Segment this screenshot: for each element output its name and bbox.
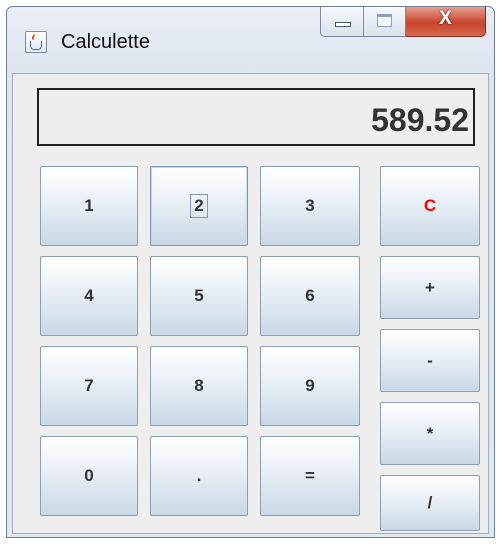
clear-button[interactable]: C (380, 166, 480, 246)
digit-8-button[interactable]: 8 (150, 346, 248, 426)
button-label: 8 (194, 376, 204, 395)
button-label: 4 (84, 286, 94, 305)
digit-5-button[interactable]: 5 (150, 256, 248, 336)
digit-3-button[interactable]: 3 (260, 166, 360, 246)
button-label: / (427, 493, 433, 512)
calculator-panel: 589.52 1 2 3 C 4 5 6 + 7 8 9 - 0 . = * / (12, 73, 489, 534)
button-label: 9 (305, 376, 315, 395)
digit-9-button[interactable]: 9 (260, 346, 360, 426)
title-bar[interactable]: Calculette X (7, 7, 494, 73)
java-cup-icon[interactable] (25, 31, 47, 53)
digit-0-button[interactable]: 0 (40, 436, 138, 516)
digit-6-button[interactable]: 6 (260, 256, 360, 336)
button-label: - (427, 350, 433, 370)
window-title: Calculette (61, 31, 150, 53)
equals-button[interactable]: = (260, 436, 360, 516)
maximize-icon (377, 14, 392, 27)
close-icon: X (439, 8, 452, 29)
button-label: = (305, 466, 315, 485)
button-label: + (425, 277, 435, 297)
minimize-button[interactable] (320, 7, 364, 37)
close-button[interactable]: X (406, 7, 486, 37)
window-controls: X (320, 7, 486, 37)
plus-button[interactable]: + (380, 256, 480, 319)
button-label: 1 (84, 196, 94, 215)
decimal-point-button[interactable]: . (150, 436, 248, 516)
button-label: 6 (305, 286, 315, 305)
display-value: 589.52 (371, 102, 469, 138)
digit-4-button[interactable]: 4 (40, 256, 138, 336)
button-label: . (196, 466, 202, 485)
divide-button[interactable]: / (380, 475, 480, 531)
minus-button[interactable]: - (380, 329, 480, 392)
digit-2-button[interactable]: 2 (150, 166, 248, 246)
minimize-icon (335, 22, 351, 27)
calculator-window: Calculette X 589.52 1 2 3 C 4 5 6 + 7 8 … (6, 6, 495, 538)
button-label: 7 (84, 376, 94, 395)
result-display: 589.52 (37, 88, 475, 146)
button-label: 3 (305, 196, 315, 215)
digit-7-button[interactable]: 7 (40, 346, 138, 426)
button-label: 2 (190, 194, 208, 218)
button-label: * (426, 423, 434, 443)
multiply-button[interactable]: * (380, 402, 480, 465)
maximize-button[interactable] (364, 7, 406, 37)
button-label: 5 (194, 286, 204, 305)
button-label: C (423, 196, 437, 215)
digit-1-button[interactable]: 1 (40, 166, 138, 246)
button-label: 0 (84, 466, 94, 485)
